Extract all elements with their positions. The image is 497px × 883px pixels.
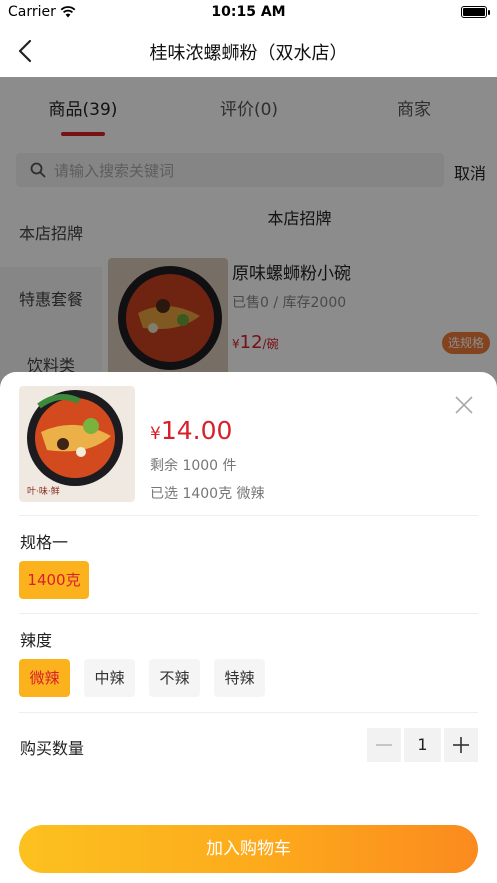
spec-section-title: 规格一 [20,533,69,552]
battery-icon [461,6,490,18]
selected-summary: 已选 1400克 微辣 [150,486,265,502]
currency-symbol: ¥ [150,424,161,444]
divider [19,712,478,713]
spice-section-title: 辣度 [20,631,53,650]
divider [19,515,478,516]
clock: 10:15 AM [211,4,286,20]
spice-option-medium[interactable]: 中辣 [84,659,135,697]
quantity-stepper: 1 [367,728,478,762]
spice-option-extra-hot[interactable]: 特辣 [214,659,265,697]
sheet-price: ¥14.00 [150,416,232,445]
svg-text:叶·味·鲜: 叶·味·鲜 [27,485,60,497]
page-title: 桂味浓螺蛳粉（双水店） [149,43,348,64]
minus-icon [376,744,392,746]
decrease-button[interactable] [367,728,401,762]
remaining-stock: 剩余 1000 件 [150,458,237,474]
status-bar: Carrier 10:15 AM [0,0,497,26]
divider [19,613,478,614]
close-icon[interactable] [453,394,475,416]
spec-option-1400g[interactable]: 1400克 [19,561,89,599]
quantity-value[interactable]: 1 [404,728,441,762]
increase-button[interactable] [444,728,478,762]
spice-option-mild[interactable]: 微辣 [19,659,70,697]
sheet-product-image: 叶·味·鲜 [19,386,135,502]
quantity-label: 购买数量 [20,739,85,758]
nav-bar: 桂味浓螺蛳粉（双水店） [0,26,497,77]
spice-option-none[interactable]: 不辣 [149,659,200,697]
spec-sheet: 叶·味·鲜 ¥14.00 剩余 1000 件 已选 1400克 微辣 规格一 1… [0,372,497,883]
add-to-cart-button[interactable]: 加入购物车 [19,825,478,873]
price-value: 14.00 [160,416,233,445]
plus-icon [453,737,469,753]
